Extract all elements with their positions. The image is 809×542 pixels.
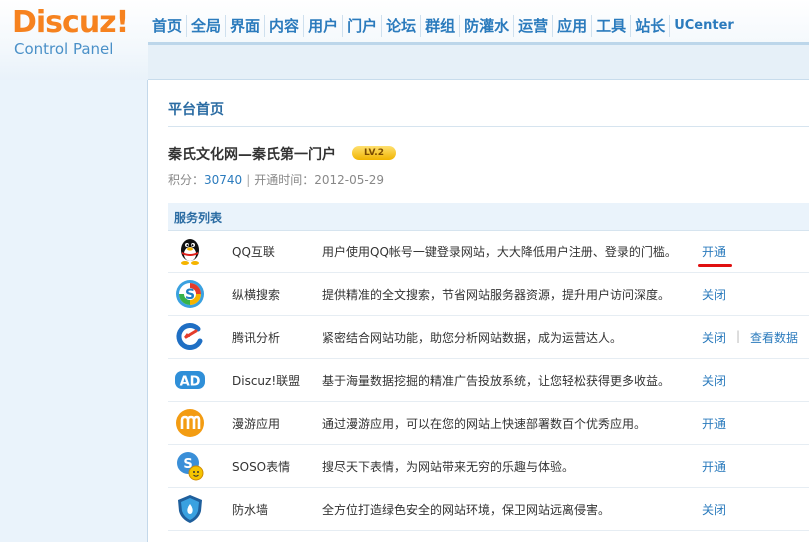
meta-separator: | [246,173,251,187]
service-row-analytics: 腾讯分析 紧密结合网站功能，助您分析网站数据，成为运营达人。 关闭 | 查看数据 [168,316,809,359]
nav-users[interactable]: 用户 [304,15,344,37]
sidebar [0,80,148,542]
soso-search-icon: S [174,278,206,310]
nav-operations[interactable]: 运营 [514,15,554,37]
analytics-arrow-icon [174,321,206,353]
action-separator: | [736,329,741,343]
service-name: QQ互联 [232,245,275,259]
service-description: 通过漫游应用，可以在您的网站上快速部署数百个优秀应用。 [322,417,647,431]
nav-antispam[interactable]: 防灌水 [460,15,515,37]
service-name: 纵横搜索 [232,288,281,302]
view-data-link[interactable]: 查看数据 [750,329,798,346]
service-list: QQ互联 用户使用QQ帐号一键登录网站，大大降低用户注册、登录的门槛。 开通 S… [168,230,809,531]
open-time: 开通时间：2012-05-29 [254,173,384,187]
service-name: Discuz!联盟 [232,374,301,388]
service-toggle-link[interactable]: 关闭 [702,372,726,389]
nav-webmaster[interactable]: 站长 [631,15,671,37]
service-description: 搜尽天下表情，为网站带来无穷的乐趣与体验。 [322,460,575,474]
service-toggle-link[interactable]: 开通 [702,243,726,260]
service-row-alliance: AD Discuz!联盟 基于海量数据挖掘的精准广告投放系统，让您轻松获得更多收… [168,359,809,402]
main-content: 平台首页 秦氏文化网—秦氏第一门户 LV.2 积分：30740 | 开通时间：201… [148,80,809,542]
nav-interface[interactable]: 界面 [226,15,266,37]
nav-content[interactable]: 内容 [265,15,305,37]
firewall-shield-icon [174,493,206,525]
nav-global[interactable]: 全局 [187,15,227,37]
service-description: 基于海量数据挖掘的精准广告投放系统，让您轻松获得更多收益。 [322,374,671,388]
logo-subtitle: Control Panel [14,40,114,58]
service-description: 紧密结合网站功能，助您分析网站数据，成为运营达人。 [322,331,623,345]
highlight-underline [698,264,732,267]
svg-text:S: S [185,287,195,303]
level-badge: LV.2 [352,146,396,160]
title-divider [168,126,809,127]
service-list-title: 服务列表 [174,211,223,225]
nav-groups[interactable]: 群组 [421,15,461,37]
page-title: 平台首页 [168,102,224,118]
score-value: 30740 [204,173,243,187]
manyou-m-icon [174,407,206,439]
nav-apps[interactable]: 应用 [553,15,593,37]
service-description: 全方位打造绿色安全的网站环境，保卫网站远离侵害。 [322,503,611,517]
svg-text:AD: AD [180,375,201,390]
ad-icon: AD [174,364,206,396]
service-toggle-link[interactable]: 关闭 [702,329,726,346]
logo-wordmark: Discuz! [12,5,129,40]
qq-penguin-icon [174,235,206,267]
top-nav: 首页 全局 界面 内容 用户 门户 论坛 群组 防灌水 运营 应用 工具 站长 … [148,14,738,38]
site-meta: 积分：30740 | 开通时间：2012-05-29 [168,171,384,188]
service-list-header: 服务列表 [168,203,809,231]
service-toggle-link[interactable]: 关闭 [702,501,726,518]
service-toggle-link[interactable]: 开通 [702,415,726,432]
service-row-manyou: 漫游应用 通过漫游应用，可以在您的网站上快速部署数百个优秀应用。 开通 [168,402,809,445]
nav-portal[interactable]: 门户 [343,15,383,37]
service-name: 漫游应用 [232,417,281,431]
sub-nav-band [148,45,809,80]
header: Discuz! Control Panel 首页 全局 界面 内容 用户 门户 … [0,0,809,80]
service-description: 用户使用QQ帐号一键登录网站，大大降低用户注册、登录的门槛。 [322,245,677,259]
service-row-search: S 纵横搜索 提供精准的全文搜索，节省网站服务器资源，提升用户访问深度。 关闭 [168,273,809,316]
nav-forum[interactable]: 论坛 [382,15,422,37]
logo[interactable]: Discuz! Control Panel [12,6,132,62]
service-toggle-link[interactable]: 关闭 [702,286,726,303]
service-name: 防水墙 [232,503,269,517]
soso-emoticon-icon: S [174,450,206,482]
service-toggle-link[interactable]: 开通 [702,458,726,475]
service-description: 提供精准的全文搜索，节省网站服务器资源，提升用户访问深度。 [322,288,671,302]
site-name: 秦氏文化网—秦氏第一门户 [168,147,336,163]
service-row-emoticons: S SOSO表情 搜尽天下表情，为网站带来无穷的乐趣与体验。 开通 [168,445,809,488]
nav-ucenter[interactable]: UCenter [670,15,738,37]
service-name: SOSO表情 [232,460,291,474]
service-row-firewall: 防水墙 全方位打造绿色安全的网站环境，保卫网站远离侵害。 关闭 [168,488,809,531]
score-label: 积分： [168,173,205,187]
nav-tools[interactable]: 工具 [592,15,632,37]
service-name: 腾讯分析 [232,331,281,345]
nav-home[interactable]: 首页 [148,15,188,37]
